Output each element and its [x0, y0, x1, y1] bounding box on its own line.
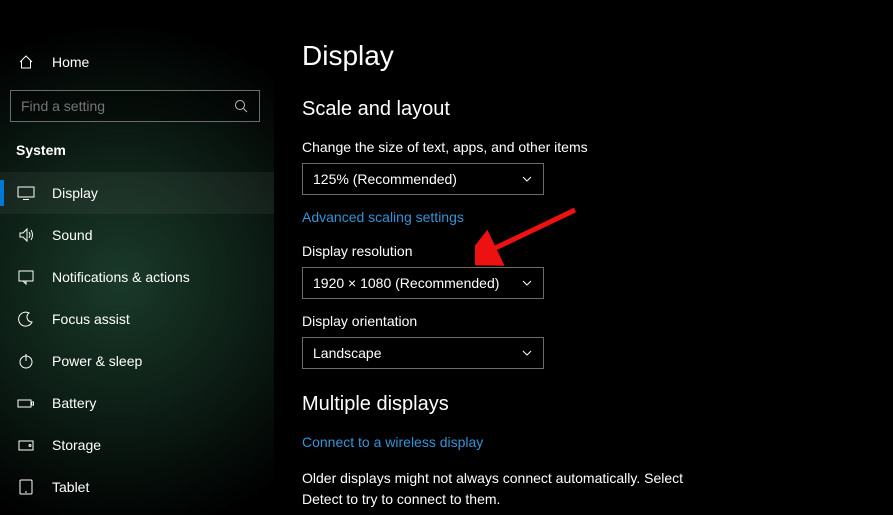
label-text-size: Change the size of text, apps, and other… — [302, 139, 865, 155]
sidebar-item-sound[interactable]: Sound — [0, 214, 274, 256]
dropdown-text-size[interactable]: 125% (Recommended) — [302, 163, 544, 195]
label-resolution: Display resolution — [302, 243, 865, 259]
sidebar-item-label: Storage — [52, 437, 101, 453]
sidebar-item-label: Sound — [52, 227, 92, 243]
nav-home-label: Home — [52, 54, 89, 70]
link-advanced-scaling[interactable]: Advanced scaling settings — [302, 209, 464, 225]
sidebar-nav: Display Sound Notifications & actions Fo… — [0, 172, 274, 508]
sidebar-item-power-sleep[interactable]: Power & sleep — [0, 340, 274, 382]
sidebar-item-label: Power & sleep — [52, 353, 142, 369]
moon-icon — [16, 309, 36, 329]
dropdown-orientation[interactable]: Landscape — [302, 337, 544, 369]
group-scale-layout: Scale and layout Change the size of text… — [302, 98, 865, 369]
label-orientation: Display orientation — [302, 313, 865, 329]
dropdown-resolution[interactable]: 1920 × 1080 (Recommended) — [302, 267, 544, 299]
storage-icon — [16, 435, 36, 455]
sidebar-item-storage[interactable]: Storage — [0, 424, 274, 466]
search-icon — [233, 98, 249, 114]
link-wireless-display[interactable]: Connect to a wireless display — [302, 434, 483, 450]
sidebar-item-label: Focus assist — [52, 311, 130, 327]
sidebar-item-battery[interactable]: Battery — [0, 382, 274, 424]
nav-home[interactable]: Home — [0, 40, 274, 84]
sidebar-item-label: Battery — [52, 395, 96, 411]
group-heading-scale: Scale and layout — [302, 98, 865, 121]
dropdown-resolution-value: 1920 × 1080 (Recommended) — [313, 275, 499, 291]
dropdown-text-size-value: 125% (Recommended) — [313, 171, 457, 187]
chevron-down-icon — [521, 277, 533, 289]
tablet-icon — [16, 477, 36, 497]
monitor-icon — [16, 183, 36, 203]
sidebar: Home System Display Sound Notif — [0, 0, 274, 515]
chevron-down-icon — [521, 347, 533, 359]
sidebar-item-label: Tablet — [52, 479, 89, 495]
notifications-icon — [16, 267, 36, 287]
sidebar-item-notifications[interactable]: Notifications & actions — [0, 256, 274, 298]
sidebar-section-header: System — [0, 132, 274, 166]
dropdown-orientation-value: Landscape — [313, 345, 382, 361]
power-icon — [16, 351, 36, 371]
home-icon — [16, 54, 36, 70]
sidebar-item-tablet[interactable]: Tablet — [0, 466, 274, 508]
group-multiple-displays: Multiple displays Connect to a wireless … — [302, 393, 865, 515]
search-box[interactable] — [10, 90, 260, 122]
sidebar-item-label: Display — [52, 185, 98, 201]
sidebar-item-display[interactable]: Display — [0, 172, 274, 214]
battery-icon — [16, 393, 36, 413]
sidebar-item-focus-assist[interactable]: Focus assist — [0, 298, 274, 340]
sidebar-item-label: Notifications & actions — [52, 269, 190, 285]
text-detect-help: Older displays might not always connect … — [302, 468, 702, 510]
group-heading-multiple: Multiple displays — [302, 393, 865, 416]
page-title: Display — [302, 40, 865, 72]
chevron-down-icon — [521, 173, 533, 185]
main-content: Display Scale and layout Change the size… — [274, 0, 893, 515]
sound-icon — [16, 225, 36, 245]
search-input[interactable] — [21, 98, 233, 114]
